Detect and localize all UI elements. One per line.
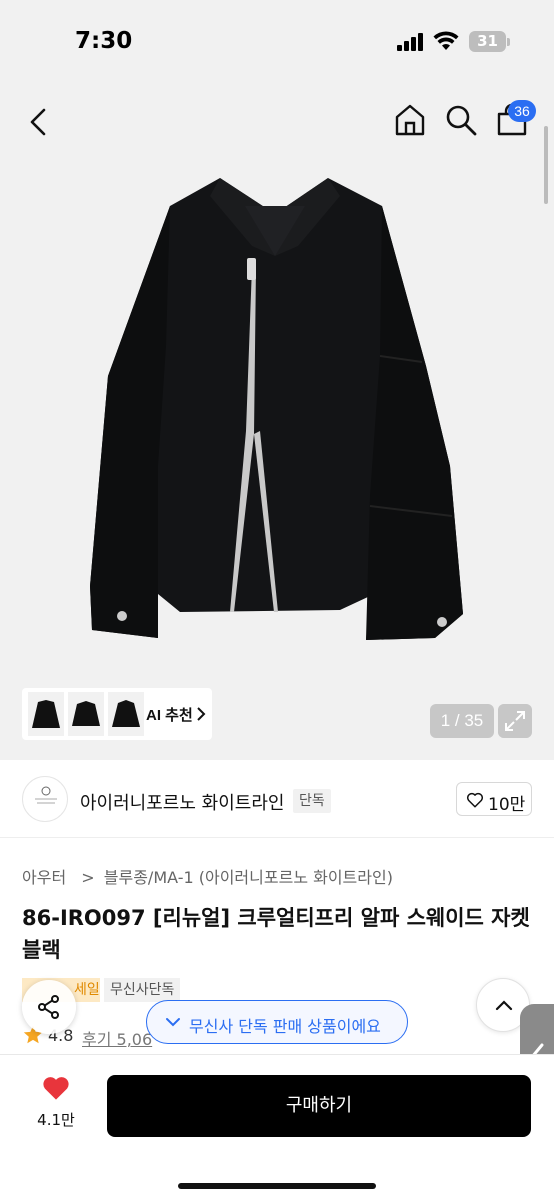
home-icon[interactable] [392, 102, 428, 138]
exclusive-tag: 무신사단독 [104, 978, 181, 1002]
brand-like-count: 10만 [488, 795, 526, 815]
page-scroll-indicator [544, 126, 548, 204]
breadcrumb-separator: > [81, 868, 95, 887]
buy-button[interactable]: 구매하기 [107, 1075, 531, 1137]
search-icon[interactable] [443, 102, 479, 138]
wifi-icon [433, 31, 459, 50]
breadcrumb-subcategory[interactable]: 블루종/MA-1 (아이러니포르노 화이트라인) [104, 868, 393, 887]
share-icon [38, 995, 59, 1019]
share-button[interactable] [22, 980, 76, 1034]
heart-filled-icon [43, 1077, 69, 1100]
back-arrow-icon[interactable] [22, 104, 58, 140]
home-indicator [178, 1183, 376, 1189]
breadcrumb: 아우터 > 블루종/MA-1 (아이러니포르노 화이트라인) [22, 864, 393, 888]
chevron-down-icon [166, 1018, 180, 1027]
battery-tip [507, 38, 510, 46]
product-like-button[interactable]: 4.1만 [34, 1075, 78, 1135]
battery-indicator: 31 [469, 31, 506, 52]
brand-exclusive-tag: 단독 [293, 789, 331, 813]
brand-row: 아이러니포르노 화이트라인 단독 10만 [0, 760, 554, 838]
ai-recommend-label[interactable]: AI 추천 [146, 704, 193, 725]
chevron-up-icon [495, 1000, 513, 1011]
status-time: 7:30 [75, 28, 133, 54]
chevron-right-icon [197, 707, 206, 721]
bottom-action-bar: 4.1만 구매하기 [0, 1054, 554, 1200]
status-bar: 7:30 31 [0, 0, 554, 86]
cart-count-badge: 36 [508, 100, 536, 122]
ai-recommend-thumbnails[interactable]: AI 추천 [22, 688, 212, 740]
review-count-link[interactable]: 후기 5,06 [82, 1026, 152, 1050]
product-image-gallery[interactable]: 36 AI 추천 1 / 35 [0, 86, 554, 760]
cellular-signal-icon [397, 33, 425, 51]
jacket-product-image [90, 178, 463, 640]
exclusive-sale-banner-text: 무신사 단독 판매 상품이에요 [189, 1017, 381, 1036]
thumbnail-jacket-1[interactable] [28, 692, 64, 736]
heart-outline-icon [466, 792, 484, 808]
brand-name[interactable]: 아이러니포르노 화이트라인 [80, 789, 284, 815]
brand-logo[interactable] [22, 776, 68, 822]
breadcrumb-category[interactable]: 아우터 [22, 868, 66, 887]
thumbnail-jacket-2[interactable] [68, 692, 104, 736]
image-counter: 1 / 35 [430, 704, 494, 738]
exclusive-sale-banner[interactable]: 무신사 단독 판매 상품이에요 [146, 1000, 408, 1044]
brand-like-button[interactable]: 10만 [456, 782, 532, 816]
expand-icon[interactable] [498, 704, 532, 738]
product-like-count: 4.1만 [37, 1111, 75, 1129]
thumbnail-jacket-3[interactable] [108, 692, 144, 736]
product-title: 86-IRO097 [리뉴얼] 크루얼티프리 알파 스웨이드 자켓 블랙 [22, 906, 530, 962]
